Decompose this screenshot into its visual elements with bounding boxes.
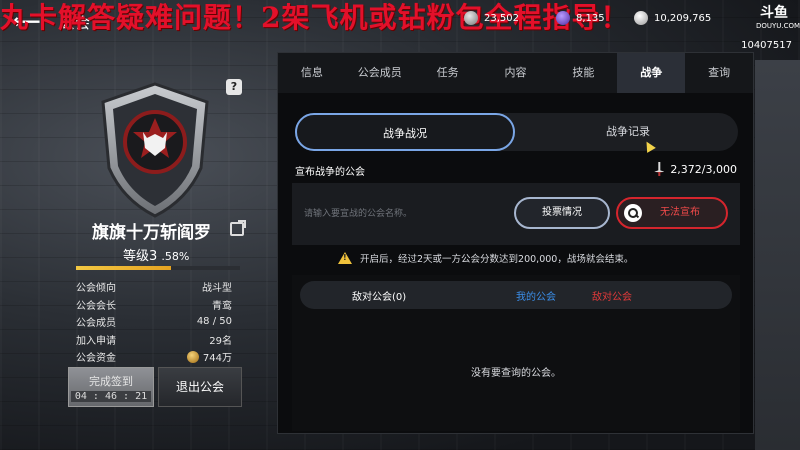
- search-icon: [624, 204, 642, 222]
- war-panel: 信息 公会成员 任务 内容 技能 战争 查询 战争战况 战争记录 宣布战争的公会…: [277, 52, 754, 434]
- tab-info[interactable]: 信息: [278, 53, 346, 93]
- stream-overlay-banner: 丸卡解答疑难问题！2架飞机或钻粉包全程指导！: [0, 1, 630, 34]
- info-row-applications: 加入申请 29名: [76, 335, 232, 347]
- war-notice: 开启后，经过2天或一方公会分数达到200,000，战场就会结束。: [338, 251, 633, 265]
- enemy-guilds-panel: 敌对公会(0) 我的公会 敌对公会 没有要查询的公会。: [292, 275, 740, 431]
- tab-war[interactable]: 战争: [617, 53, 686, 93]
- tab-tasks[interactable]: 任务: [414, 53, 482, 93]
- war-subtab-toggle: 战争战况 战争记录: [295, 113, 738, 151]
- top-bar: ⟵ 公会 丸卡解答疑难问题！2架飞机或钻粉包全程指导！ 23,502 8,135…: [0, 0, 800, 51]
- guild-tabs: 信息 公会成员 任务 内容 技能 战争 查询: [278, 53, 753, 93]
- enemy-guilds-header: 敌对公会(0) 我的公会 敌对公会: [300, 281, 732, 309]
- enemy-guilds-title: 敌对公会(0): [352, 292, 407, 303]
- tab-content[interactable]: 内容: [482, 53, 550, 93]
- guild-name-input[interactable]: [304, 201, 512, 227]
- guild-emblem-shield: [101, 82, 209, 218]
- silver-value: 10,209,765: [654, 12, 712, 24]
- background-wall-right: [755, 60, 800, 450]
- gem-value: 8,135: [576, 12, 605, 24]
- coin-value: 23,502: [484, 12, 519, 24]
- war-record-tab[interactable]: 战争记录: [518, 113, 738, 151]
- declared-guilds-label: 宣布战争的公会: [295, 167, 365, 178]
- declared-count: 2,372/3,000: [654, 162, 737, 176]
- info-row-tendency: 公会倾向 战斗型: [76, 283, 232, 295]
- funds-coin-icon: [186, 350, 199, 363]
- share-icon[interactable]: [230, 220, 246, 236]
- info-row-leader: 公会会长 青鸾: [76, 300, 232, 312]
- guild-name: 旗旗十万斩阎罗: [92, 223, 211, 243]
- room-id: 10407517: [741, 40, 792, 51]
- level-progress-fill: [76, 266, 172, 270]
- sword-icon: [654, 162, 665, 176]
- coin-icon: [464, 11, 478, 25]
- tab-skills[interactable]: 技能: [549, 53, 617, 93]
- checkin-timer: 04 : 46 : 21: [70, 391, 152, 402]
- currency-coins[interactable]: 23,502: [464, 9, 519, 27]
- silver-icon: [634, 11, 648, 25]
- vote-status-button[interactable]: 投票情况: [514, 197, 610, 229]
- my-guild-label: 我的公会: [516, 292, 556, 303]
- info-row-funds: 公会资金 744万: [76, 348, 232, 366]
- currency-gems[interactable]: 8,135: [556, 9, 605, 27]
- empty-message: 没有要查询的公会。: [471, 368, 561, 379]
- guild-info-table: 公会倾向 战斗型 公会会长 青鸾 公会成员 48 / 50 加入申请 29名 公会资金 …: [76, 278, 232, 366]
- declare-war-button[interactable]: 无法宣布: [616, 197, 728, 229]
- leave-guild-button[interactable]: 退出公会: [158, 367, 242, 407]
- level-progress-bar: [76, 266, 240, 270]
- douyu-logo: 斗鱼 DOUYU.COM: [756, 5, 800, 30]
- guild-level: 等级3 .58%: [123, 249, 190, 264]
- enemy-guild-label: 敌对公会: [592, 292, 632, 303]
- war-status-tab[interactable]: 战争战况: [295, 113, 515, 151]
- declare-war-box: 投票情况 无法宣布: [292, 183, 740, 245]
- checkin-button[interactable]: 完成签到 04 : 46 : 21: [68, 367, 154, 407]
- tab-search[interactable]: 查询: [685, 53, 753, 93]
- tab-members[interactable]: 公会成员: [346, 53, 414, 93]
- warning-icon: [338, 252, 352, 264]
- gem-icon: [556, 11, 570, 25]
- currency-silver[interactable]: 10,209,765: [634, 9, 711, 27]
- help-icon[interactable]: ?: [226, 79, 242, 95]
- info-row-members: 公会成员 48 / 50: [76, 316, 232, 330]
